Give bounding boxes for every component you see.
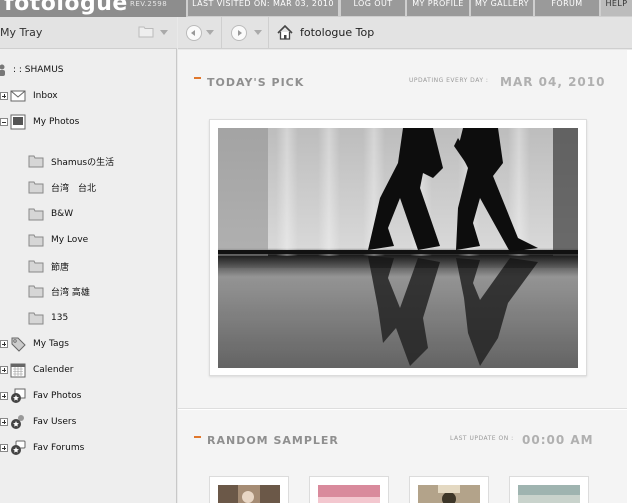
tray-folder-6[interactable]: 節唐 [28,256,69,276]
sampler-thumbnail[interactable] [209,476,289,503]
todays-pick-title: TODAY'S PICK [207,76,305,89]
tray-item-label: Fav Users [33,417,77,427]
tray-folder-bw[interactable]: B&W [28,204,73,224]
thumbnail-image[interactable] [418,485,480,503]
my-profile-link[interactable]: MY PROFILE [407,0,469,16]
top-bar: fotologue REV.2598 LAST VISITED ON: MAR … [0,0,632,17]
expand-icon[interactable] [0,444,8,452]
tray-item-calender[interactable]: Calender [0,360,74,380]
tray-item-label: 台湾 台北 [51,183,97,194]
section-marker [194,436,201,438]
tray-item-fav-users[interactable]: Fav Users [0,412,76,432]
section-marker [194,77,201,79]
tray-item-label: Shamusの生活 [51,157,115,168]
folder-icon [28,260,44,273]
tray-item-fav-forums[interactable]: Fav Forums [0,438,84,458]
tray-user-row[interactable]: : : SHAMUS [0,60,64,80]
expand-icon[interactable] [0,392,8,400]
calendar-icon [10,363,26,378]
folder-icon [28,234,44,247]
tray-folder-taipei[interactable]: 台湾 台北 [28,177,96,197]
chevron-down-icon[interactable] [160,30,168,35]
home-icon[interactable] [277,25,293,40]
last-update-label: LAST UPDATE ON : [450,435,514,442]
tray-item-my-photos[interactable]: My Photos [0,112,79,132]
folder-icon [28,208,44,221]
divider [268,17,269,49]
fav-users-icon [11,415,24,429]
folder-icon [28,155,44,168]
thumbnail-image[interactable] [518,485,580,503]
tray-item-label: 節唐 [51,262,70,273]
tray-header: My Tray [0,17,177,49]
tray-item-label: My Tags [33,339,69,349]
folder-icon[interactable] [138,25,154,38]
logo[interactable]: fotologue REV.2598 [0,0,186,17]
my-tray-panel: My Tray : : SHAMUS Inbox My Photos Shamu… [0,17,177,503]
page-edge [627,50,632,503]
sampler-thumbnail[interactable] [409,476,489,503]
forum-link[interactable]: FORUM [535,0,599,16]
thumbnail-image[interactable] [218,485,280,503]
tray-item-label: Calender [33,365,74,375]
forward-button[interactable] [231,25,247,41]
fav-photos-icon [11,388,26,403]
chevron-down-icon[interactable] [206,30,214,35]
tray-item-label: 台湾 高雄 [51,287,90,298]
todays-pick-photo-card[interactable] [209,119,587,376]
breadcrumb[interactable]: fotologue Top [300,26,374,39]
version-label: REV.2598 [130,0,168,8]
tray-item-label: My Photos [33,117,80,127]
tray-item-my-tags[interactable]: My Tags [0,334,69,354]
expand-icon[interactable] [0,366,8,374]
folder-icon [28,181,44,194]
logo-text: fotologue [4,0,128,16]
navigation-bar: fotologue Top [178,17,632,49]
inbox-icon [10,90,26,102]
tag-icon [11,337,26,352]
random-sampler-title: RANDOM SAMPLER [207,434,339,447]
expand-icon[interactable] [0,92,8,100]
tray-folder-my-love[interactable]: My Love [28,230,88,250]
folder-icon [28,312,44,325]
tray-item-label: My Love [51,235,89,245]
user-icon [0,64,5,76]
expand-icon[interactable] [0,418,8,426]
main-content: TODAY'S PICK UPDATING EVERY DAY : MAR 04… [178,50,632,503]
chevron-down-icon[interactable] [254,30,262,35]
tray-folder-135[interactable]: 135 [28,308,68,328]
sampler-thumbnail[interactable] [309,476,389,503]
expand-icon[interactable] [0,340,8,348]
todays-pick-date: MAR 04, 2010 [500,75,606,89]
todays-pick-photo[interactable] [218,128,578,368]
tray-item-label: B&W [51,209,74,219]
random-sampler-time: 00:00 AM [522,433,594,447]
divider [221,17,222,49]
tray-item-inbox[interactable]: Inbox [0,86,58,106]
photos-icon [10,114,26,130]
tray-item-label: 135 [51,313,69,323]
section-divider [178,408,632,410]
tray-item-label: Fav Photos [33,391,82,401]
updating-label: UPDATING EVERY DAY : [409,77,489,84]
folder-icon [28,285,44,298]
tray-item-label: Inbox [33,91,58,101]
thumbnail-image[interactable] [318,485,380,503]
last-visited-label: LAST VISITED ON: MAR 03, 2010 [188,0,338,16]
logout-link[interactable]: LOG OUT [341,0,405,16]
tray-folder-shamus[interactable]: Shamusの生活 [28,151,114,171]
my-gallery-link[interactable]: MY GALLERY [471,0,533,16]
tray-item-label: Fav Forums [33,443,85,453]
sampler-thumbnail[interactable] [509,476,589,503]
help-link[interactable]: HELP [601,0,632,16]
tray-user-label: : : SHAMUS [13,65,64,75]
tray-item-fav-photos[interactable]: Fav Photos [0,386,81,406]
collapse-icon[interactable] [0,118,8,126]
tray-folder-kaohsiung[interactable]: 台湾 高雄 [28,281,90,301]
back-button[interactable] [186,25,202,41]
tray-title: My Tray [0,26,43,39]
fav-forums-icon [11,440,26,455]
